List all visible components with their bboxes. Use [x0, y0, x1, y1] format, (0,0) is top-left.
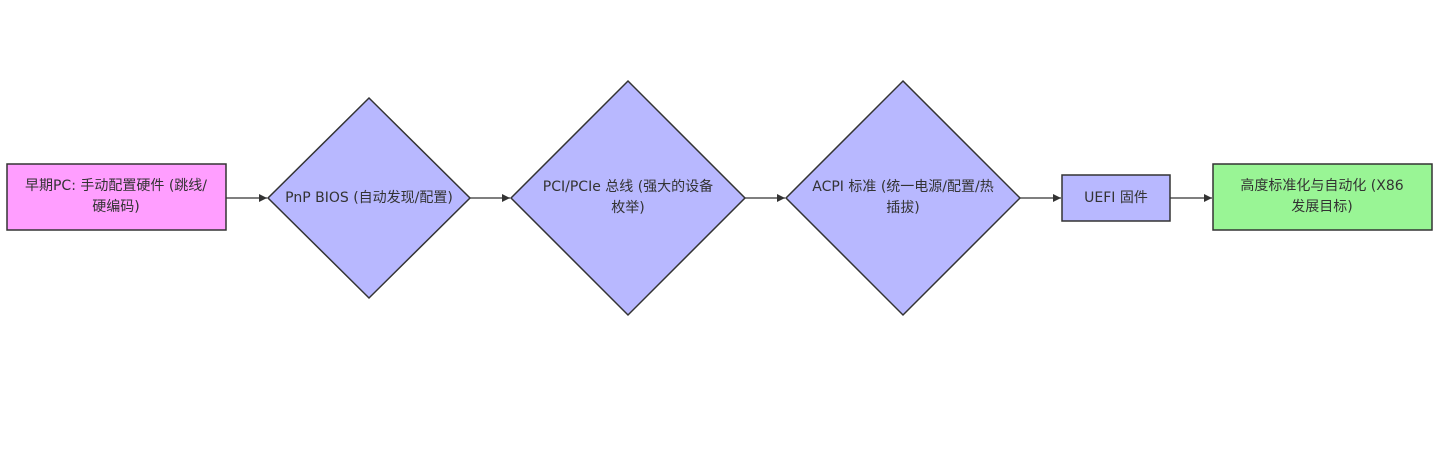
node-acpi-label: ACPI 标准 (统一电源/配置/热插拔) — [812, 179, 994, 216]
flowchart-diagram: 早期PC: 手动配置硬件 (跳线/硬编码) PnP BIOS (自动发现/配置)… — [0, 0, 1440, 446]
node-goal-label: 高度标准化与自动化 (X86发展目标) — [1240, 178, 1404, 215]
node-pci-bus-label: PCI/PCIe 总线 (强大的设备枚举) — [542, 179, 714, 216]
node-early-pc-label: 早期PC: 手动配置硬件 (跳线/硬编码) — [24, 178, 207, 215]
node-pnp-bios-label: PnP BIOS (自动发现/配置) — [285, 189, 453, 206]
node-uefi-label: UEFI 固件 — [1084, 189, 1148, 206]
